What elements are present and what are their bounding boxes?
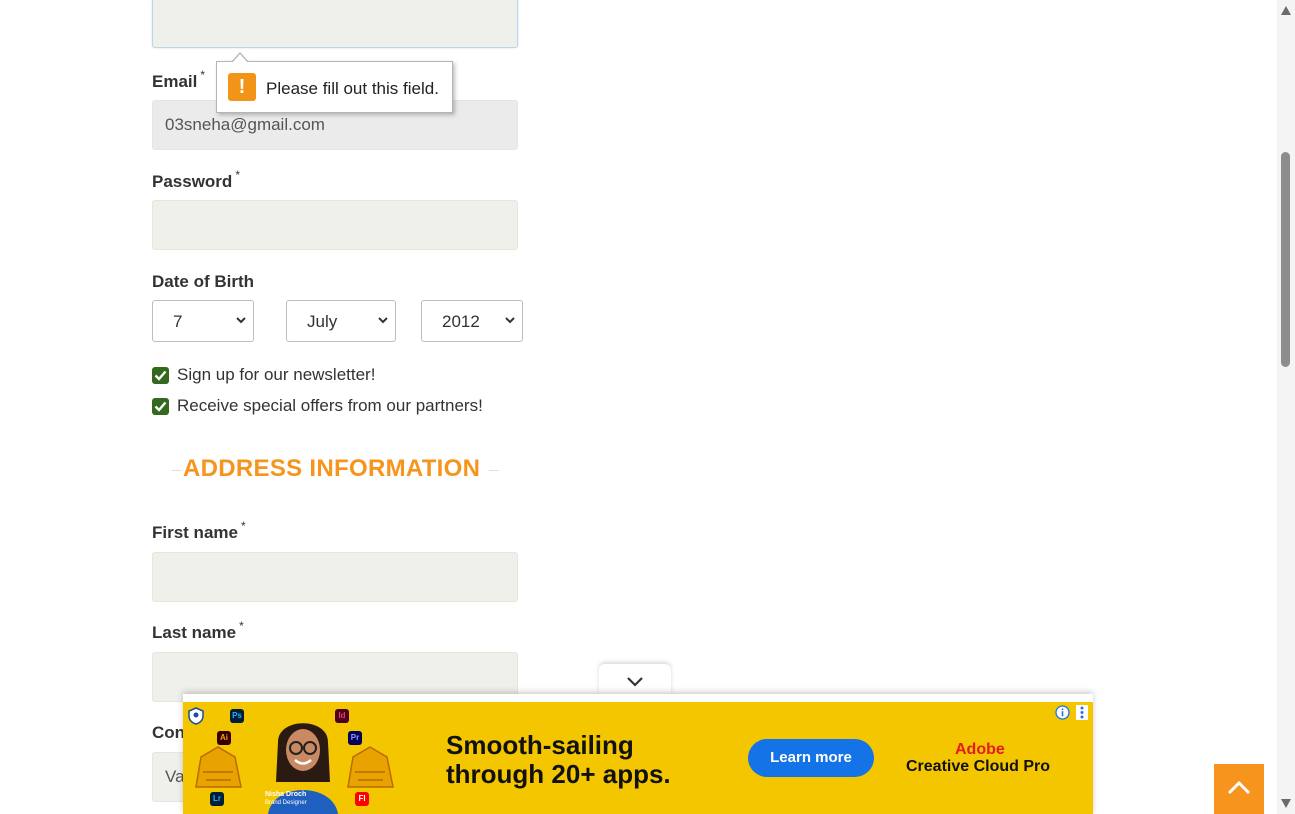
dob-month-value: July	[307, 312, 338, 331]
check-icon	[154, 401, 167, 412]
dob-year-value: 2012	[442, 312, 480, 331]
email-label-text: Email	[152, 72, 198, 91]
chevron-down-icon	[627, 677, 643, 687]
offers-label[interactable]: Receive special offers from our partners…	[177, 396, 483, 416]
dob-month-select[interactable]: July	[286, 300, 396, 342]
password-label: Password *	[152, 168, 240, 192]
last-name-label: Last name *	[152, 619, 244, 643]
dob-year-select[interactable]: 2012	[421, 300, 523, 342]
section-divider-left	[172, 470, 182, 471]
validation-tooltip: ! Please fill out this field.	[216, 52, 453, 113]
scroll-up-arrow-icon[interactable]	[1281, 6, 1291, 15]
app-icon-fl: Fl	[355, 792, 369, 806]
section-divider-right	[489, 470, 499, 471]
tooltip-message: Please fill out this field.	[266, 79, 439, 98]
ad-info-icon[interactable]	[1055, 705, 1070, 720]
ad-top-strip	[183, 694, 1093, 702]
chevron-down-icon	[378, 317, 388, 324]
scrollbar-thumb[interactable]	[1281, 152, 1290, 367]
newsletter-checkbox[interactable]	[152, 367, 169, 384]
chevron-up-icon	[1227, 780, 1251, 795]
top-input-focused[interactable]	[152, 0, 518, 48]
email-label: Email *	[152, 68, 205, 92]
ad-headline-line2: through 20+ apps.	[446, 759, 671, 789]
scroll-down-arrow-icon[interactable]	[1281, 799, 1291, 808]
company-label: Con	[152, 723, 186, 742]
brand-product: Creative Cloud Pro	[906, 758, 1051, 775]
ad-headline-line1: Smooth-sailing	[446, 730, 634, 760]
first-name-label-text: First name	[152, 523, 238, 542]
shield-icon	[188, 707, 204, 725]
newsletter-label[interactable]: Sign up for our newsletter!	[177, 365, 375, 385]
password-field[interactable]	[152, 200, 518, 250]
dob-label: Date of Birth	[152, 272, 254, 291]
dob-day-value: 7	[173, 312, 183, 331]
offers-checkbox[interactable]	[152, 398, 169, 415]
required-mark: *	[240, 519, 246, 533]
decor-right-icon	[347, 746, 394, 788]
ad-menu-icon[interactable]	[1076, 705, 1088, 720]
decor-left-icon	[195, 746, 242, 788]
ad-collapse-button[interactable]	[599, 664, 671, 695]
email-value: 03sneha@gmail.com	[165, 115, 325, 134]
required-mark: *	[200, 68, 206, 82]
dob-day-select[interactable]: 7	[152, 300, 254, 342]
required-mark: *	[235, 168, 240, 182]
warning-icon: !	[228, 73, 256, 101]
app-icon-ps: Ps	[230, 709, 244, 723]
first-name-label: First name *	[152, 519, 246, 543]
required-mark: *	[239, 619, 244, 633]
person-role: Brand Designer	[265, 800, 307, 806]
page-scrollbar[interactable]	[1277, 0, 1295, 814]
last-name-label-text: Last name	[152, 623, 237, 642]
section-title: ADDRESS INFORMATION	[183, 455, 481, 482]
check-icon	[154, 370, 167, 381]
person-photo	[268, 723, 338, 814]
chevron-down-icon	[505, 317, 515, 324]
tooltip-tail-inner	[232, 54, 248, 63]
first-name-field[interactable]	[152, 552, 518, 602]
back-to-top-button[interactable]	[1214, 764, 1264, 814]
company-value: Va	[165, 767, 185, 786]
person-name: Nisha Droch	[265, 791, 307, 798]
app-icon-lr: Lr	[210, 792, 224, 806]
learn-more-button[interactable]: Learn more	[748, 739, 874, 777]
brand-name: Adobe	[955, 741, 1005, 758]
ad-headline: Smooth-sailing through 20+ apps.	[446, 731, 671, 789]
ad-banner[interactable]: Ps Id Ai Pr Lr Fl Nisha Droch Brand Desi…	[183, 694, 1093, 814]
password-label-text: Password	[152, 172, 233, 191]
chevron-down-icon	[236, 317, 246, 324]
